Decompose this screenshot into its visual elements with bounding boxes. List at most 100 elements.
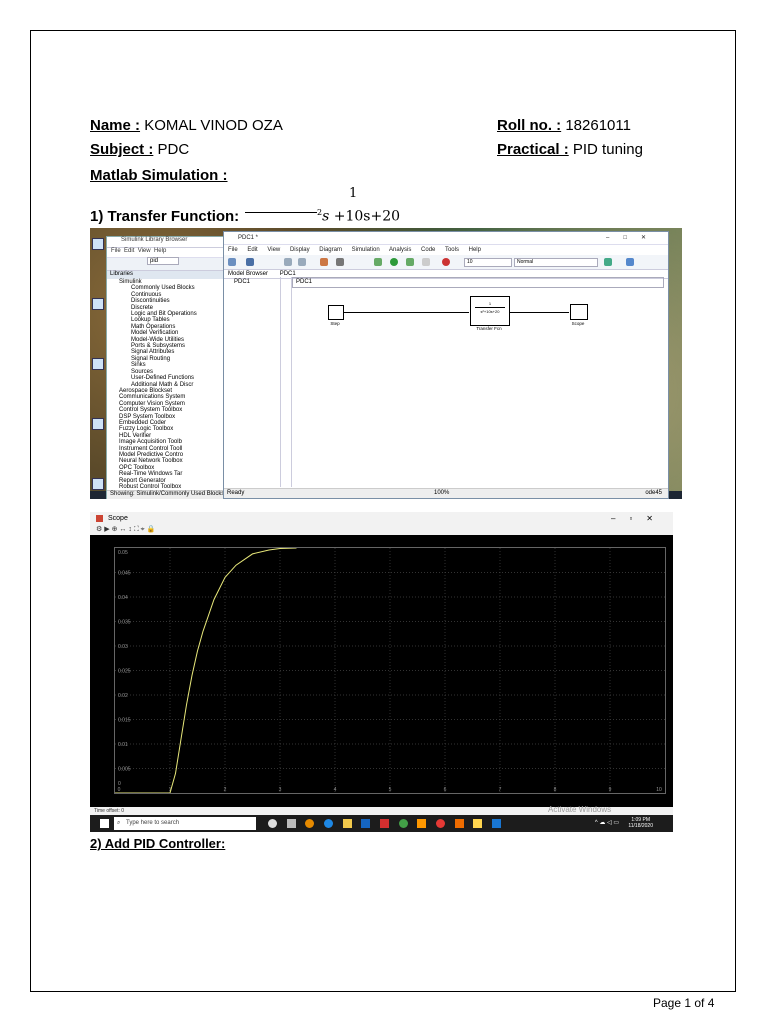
y-tick-label: 0.04 [118, 595, 128, 601]
lb-menu-help[interactable]: Help [154, 248, 166, 254]
run-icon[interactable] [390, 258, 398, 266]
matlab-icon[interactable] [454, 819, 464, 828]
scope-title-bar: Scope –▫✕ [90, 512, 673, 525]
library-browser-icon[interactable] [320, 258, 328, 266]
x-tick-label: 6 [444, 787, 447, 793]
name-line: Name : KOMAL VINOD OZA [90, 117, 283, 134]
zoom-in-icon[interactable]: ⊕ [112, 526, 118, 533]
stop-time-input[interactable]: 10 [464, 258, 512, 267]
vlc-icon[interactable] [417, 819, 427, 828]
zoom-level: 100% [434, 490, 450, 496]
lb-menu-view[interactable]: View [138, 248, 151, 254]
taskbar-clock[interactable]: 1:09 PM 11/18/2020 [628, 817, 653, 829]
y-tick-label: 0.01 [118, 742, 128, 748]
tf-fraction-bar [245, 212, 317, 213]
y-tick-label: 0.02 [118, 693, 128, 699]
step-block-label: Step [330, 321, 340, 326]
model-canvas[interactable]: Step 1 s²+10s+20 Transfer Fcn Scope [292, 288, 666, 486]
menu-file[interactable]: File [228, 247, 238, 253]
menu-help[interactable]: Help [469, 247, 481, 253]
menu-analysis[interactable]: Analysis [389, 247, 411, 253]
library-search-input[interactable]: pid [147, 257, 180, 265]
build-icon[interactable] [626, 258, 634, 266]
menu-simulation[interactable]: Simulation [352, 247, 380, 253]
scope-block[interactable] [570, 304, 588, 320]
windows-taskbar: Type here to search ^ ☁ ◁ ▭ 1:09 PM11/18… [90, 815, 673, 832]
chrome-icon[interactable] [398, 819, 408, 828]
store-icon[interactable] [361, 819, 371, 828]
menu-tools[interactable]: Tools [445, 247, 459, 253]
file-explorer-icon[interactable] [342, 819, 352, 828]
word-icon[interactable] [492, 819, 502, 828]
menu-diagram[interactable]: Diagram [319, 247, 342, 253]
y-tick-label: 0.045 [118, 571, 131, 577]
settings-gear-icon[interactable]: ⚙ [96, 526, 102, 533]
pdf-icon[interactable] [380, 819, 390, 828]
zoom-y-icon[interactable]: ↕ [128, 526, 132, 533]
model-toolbar: 10 Normal [224, 255, 668, 270]
y-tick-label: 0 [118, 781, 121, 787]
edge-icon[interactable] [324, 819, 334, 828]
system-tray[interactable]: ^ ☁ ◁ ▭ [595, 819, 619, 826]
step-forward-icon[interactable] [406, 258, 414, 266]
desktop-icons [92, 238, 106, 499]
practical-line: Practical : PID tuning [497, 141, 643, 158]
cortana-icon[interactable] [268, 819, 277, 828]
redo-icon[interactable] [298, 258, 306, 266]
lb-menu-file[interactable]: File [111, 248, 121, 254]
check-icon[interactable] [604, 258, 612, 266]
name-value: KOMAL VINOD OZA [140, 117, 283, 134]
firefox-icon[interactable] [305, 819, 315, 828]
window-controls[interactable]: –□✕ [606, 232, 660, 244]
model-window: PDC1 * –□✕ File Edit View Display Diagra… [223, 231, 669, 499]
signal-line [509, 312, 569, 313]
windows-start-icon[interactable] [100, 819, 109, 828]
matlab-heading: Matlab Simulation : [90, 167, 228, 184]
page-number: Page 1 of 4 [653, 996, 715, 1010]
step-back-icon[interactable] [374, 258, 382, 266]
roll-label: Roll no. : [497, 117, 562, 134]
autoscale-icon[interactable]: ⛶ [134, 526, 139, 533]
menu-display[interactable]: Display [290, 247, 310, 253]
menu-code[interactable]: Code [421, 247, 435, 253]
menu-edit[interactable]: Edit [247, 247, 257, 253]
x-tick-label: 10 [656, 787, 662, 793]
zoom-x-icon[interactable]: ↔ [119, 526, 126, 533]
status-text: Ready [227, 490, 245, 496]
taskbar-apps [268, 819, 509, 830]
x-tick-label: 7 [499, 787, 502, 793]
tf-block-bar [475, 307, 505, 308]
window-controls[interactable]: –▫✕ [611, 512, 667, 525]
record-icon[interactable] [442, 258, 450, 266]
lock-icon[interactable]: 🔒 [147, 526, 156, 533]
settings-gear-icon[interactable] [336, 258, 344, 266]
menu-view[interactable]: View [267, 247, 280, 253]
libraries-header: Libraries [107, 271, 242, 279]
subject-value: PDC [153, 141, 190, 158]
model-tree-item[interactable]: PDC1 [224, 277, 280, 285]
x-tick-label: 0 [118, 787, 121, 793]
activate-windows-watermark: Activate Windows [548, 805, 612, 814]
cursor-icon[interactable]: ⌖ [141, 526, 145, 533]
save-icon[interactable] [246, 258, 254, 266]
opera-icon[interactable] [436, 819, 446, 828]
stop-icon[interactable] [422, 258, 430, 266]
clock-date: 11/18/2020 [628, 823, 653, 829]
tf-numerator: 1 [349, 186, 358, 201]
tf-denominator: 2s +10s+20 [317, 208, 400, 225]
practical-label: Practical : [497, 141, 569, 158]
run-icon[interactable]: ▶ [104, 526, 109, 533]
simulation-mode-select[interactable]: Normal [514, 258, 598, 267]
lb-menu-edit[interactable]: Edit [124, 248, 134, 254]
taskbar-search-input[interactable]: Type here to search [114, 817, 256, 830]
step-block[interactable] [328, 305, 344, 320]
scope-block-label: Scope [571, 321, 585, 326]
undo-icon[interactable] [284, 258, 292, 266]
folder-icon[interactable] [473, 819, 483, 828]
model-title: PDC1 * [238, 235, 259, 241]
scope-title: Scope [108, 515, 128, 522]
canvas-palette [281, 277, 292, 487]
new-model-icon[interactable] [228, 258, 236, 266]
transfer-fcn-block[interactable]: 1 s²+10s+20 [470, 296, 510, 326]
task-view-icon[interactable] [286, 819, 296, 828]
